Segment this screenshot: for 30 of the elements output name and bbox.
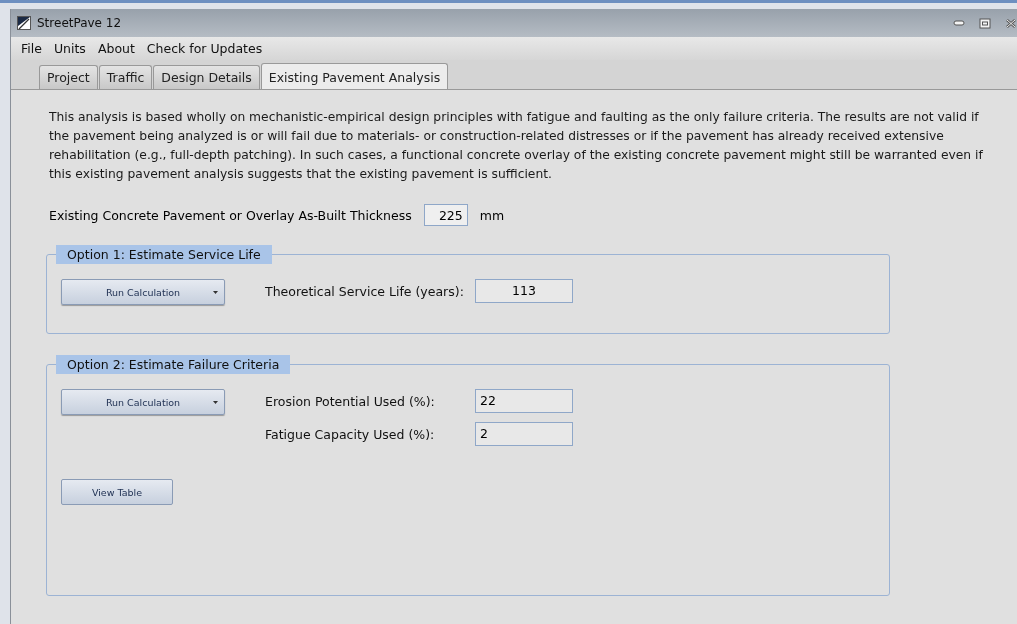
- result-field: 2: [475, 422, 573, 446]
- result-field: 113: [475, 279, 573, 303]
- field-label: Existing Concrete Pavement or Overlay As-Built Thickness: [49, 207, 412, 223]
- dropdown-caret-icon: [213, 401, 218, 404]
- run-calculation-button[interactable]: Run Calculation: [61, 389, 225, 415]
- menu-item[interactable]: File: [21, 41, 42, 56]
- menu-item[interactable]: Check for Updates: [146, 41, 263, 56]
- result-label: Erosion Potential Used (%):: [265, 393, 436, 409]
- maximize-icon[interactable]: [979, 17, 991, 29]
- result-label: Theoretical Service Life (years):: [265, 283, 465, 299]
- thickness-field[interactable]: 225: [423, 204, 468, 226]
- run-calculation-button[interactable]: Run Calculation: [61, 279, 225, 305]
- tab[interactable]: Project: [39, 65, 98, 89]
- dropdown-caret-icon: [213, 291, 218, 294]
- tab[interactable]: Design Details: [153, 65, 260, 89]
- group-title: Option 1: Estimate Service Life: [56, 245, 272, 264]
- minimize-icon[interactable]: [953, 19, 965, 27]
- view-table-button[interactable]: View Table: [61, 479, 173, 505]
- notice-text: This analysis is based wholly on mechanistic-empirical design principles with fatigue and faulting as the only failure criteria. The results are not valid if the pavement being analyzed is or will fail due to materials- or construction-related distresses or if the pavement has already received extensive rehabilitation (e.g., full-depth patching). In such cases, a functional concrete overlay of the existing concrete pavement might still be warranted even if this existing pavement analysis suggests that the existing pavement is sufficient.: [49, 109, 984, 183]
- window-title: StreetPave 12: [37, 16, 122, 30]
- result-field: 22: [475, 389, 573, 413]
- tab[interactable]: Existing Pavement Analysis: [260, 63, 449, 89]
- close-icon[interactable]: [1005, 17, 1017, 29]
- unit-label: mm: [479, 207, 505, 223]
- menu-item[interactable]: Units: [53, 41, 86, 56]
- tab[interactable]: Traffic: [98, 65, 153, 89]
- app-logo-icon: [17, 16, 31, 30]
- group-title: Option 2: Estimate Failure Criteria: [56, 355, 291, 374]
- menu-item[interactable]: About: [97, 41, 135, 56]
- result-label: Fatigue Capacity Used (%):: [265, 426, 436, 442]
